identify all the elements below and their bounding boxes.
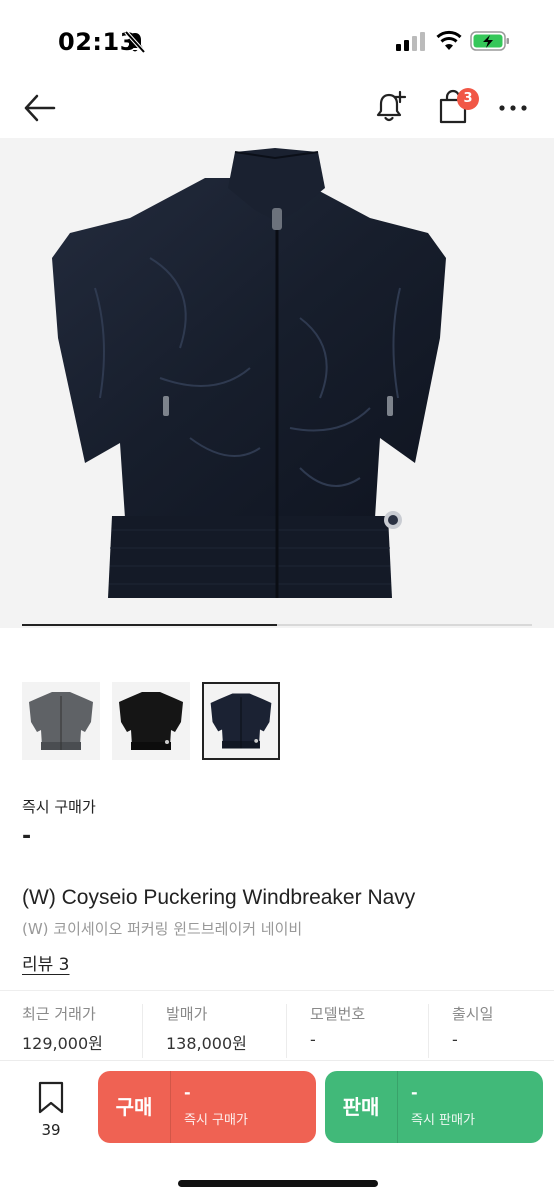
- buy-button-sub: 즉시 구매가: [184, 1113, 248, 1128]
- product-main-image[interactable]: [0, 138, 554, 628]
- buy-button-label: 구매: [115, 1095, 153, 1119]
- more-icon[interactable]: [498, 94, 528, 122]
- section-divider: [0, 990, 554, 991]
- release-price: 발매가 138,000원: [166, 1000, 247, 1058]
- navy-windbreaker-thumb[interactable]: [202, 682, 280, 760]
- info-label: 최근 거래가: [22, 1005, 96, 1023]
- navy-windbreaker-photo: [52, 148, 446, 598]
- back-arrow-icon[interactable]: [22, 90, 58, 126]
- info-value: -: [310, 1030, 316, 1049]
- bookmark-button[interactable]: 39: [30, 1081, 72, 1161]
- product-info-row: 최근 거래가 129,000원 발매가 138,000원 모델번호 - 출시일 …: [0, 1000, 554, 1060]
- sell-button-label: 판매: [342, 1095, 380, 1119]
- image-progress-track: [22, 624, 532, 626]
- bottom-action-bar: 39 구매 - 즉시 구매가 판매 - 즉시 판매가: [0, 1060, 554, 1200]
- info-value: 138,000원: [166, 1034, 247, 1053]
- battery-charging-icon: [470, 31, 509, 51]
- model-number: 모델번호 -: [310, 1000, 365, 1058]
- bookmark-count: 39: [41, 1121, 61, 1139]
- status-bar: 02:13: [0, 0, 554, 80]
- bag-count-badge: 3: [457, 88, 479, 110]
- info-label: 발매가: [166, 1005, 208, 1023]
- buy-button-divider: [170, 1071, 171, 1143]
- instant-buy-price-label: 즉시 구매가: [22, 798, 96, 816]
- info-value: 129,000원: [22, 1034, 103, 1053]
- bell-plus-icon[interactable]: [374, 88, 408, 126]
- bookmark-icon: [38, 1081, 64, 1114]
- recent-trade-price: 최근 거래가 129,000원: [22, 1000, 103, 1058]
- review-link[interactable]: 리뷰 3: [22, 950, 70, 975]
- home-indicator: [178, 1180, 378, 1187]
- buy-button-price: -: [184, 1083, 191, 1102]
- info-divider: [428, 1004, 429, 1058]
- wifi-icon: [436, 30, 462, 50]
- info-divider: [286, 1004, 287, 1058]
- sell-button-sub: 즉시 판매가: [411, 1113, 475, 1128]
- info-divider: [142, 1004, 143, 1058]
- info-label: 모델번호: [310, 1005, 366, 1023]
- product-title-en: (W) Coyseio Puckering Windbreaker Navy: [22, 886, 416, 909]
- sell-button-price: -: [411, 1083, 418, 1102]
- cellular-signal-icon: [396, 32, 425, 51]
- buy-button[interactable]: 구매 - 즉시 구매가: [98, 1071, 316, 1143]
- release-date: 출시일 -: [452, 1000, 493, 1058]
- thumbnail-strip: [22, 682, 322, 762]
- bell-slash-icon: [124, 30, 146, 54]
- image-progress-fill: [22, 624, 277, 626]
- product-title-ko: (W) 코이세이오 퍼커링 윈드브레이커 네이비: [22, 920, 303, 938]
- instant-buy-price-value: -: [22, 824, 32, 849]
- grey-windbreaker-thumb[interactable]: [22, 682, 100, 760]
- info-label: 출시일: [452, 1005, 494, 1023]
- info-value: -: [452, 1030, 458, 1049]
- black-windbreaker-thumb[interactable]: [112, 682, 190, 760]
- sell-button-divider: [397, 1071, 398, 1143]
- sell-button[interactable]: 판매 - 즉시 판매가: [325, 1071, 543, 1143]
